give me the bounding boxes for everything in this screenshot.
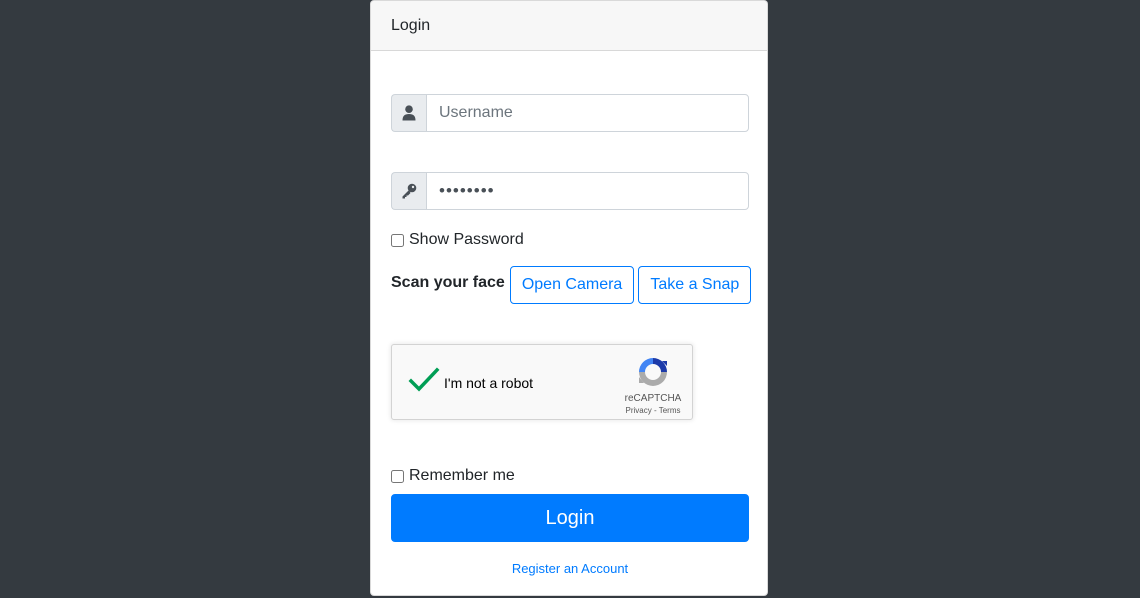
- remember-me-checkbox[interactable]: [391, 469, 404, 483]
- user-icon: [391, 94, 426, 132]
- card-header: Login: [371, 1, 767, 51]
- checkmark-icon[interactable]: [408, 365, 440, 397]
- show-password-label: Show Password: [409, 231, 524, 248]
- recaptcha-logo-icon: [636, 355, 670, 389]
- show-password-row[interactable]: Show Password: [391, 231, 524, 249]
- register-link[interactable]: Register an Account: [371, 561, 769, 576]
- login-card: Login Show Password Scan your face Open …: [370, 0, 768, 596]
- key-icon: [391, 172, 426, 210]
- recaptcha-brand: reCAPTCHA: [624, 393, 682, 404]
- recaptcha-widget: I'm not a robot reCAPTCHA Privacy - Term…: [391, 344, 693, 420]
- password-input[interactable]: [426, 172, 749, 210]
- recaptcha-label: I'm not a robot: [444, 375, 534, 391]
- take-snap-button[interactable]: Take a Snap: [638, 266, 752, 304]
- remember-me-row[interactable]: Remember me: [391, 467, 515, 485]
- recaptcha-terms-row: Privacy - Terms: [603, 406, 703, 415]
- password-input-group: [391, 172, 749, 210]
- recaptcha-terms-link[interactable]: Terms: [659, 406, 681, 415]
- username-input[interactable]: [426, 94, 749, 132]
- recaptcha-privacy-link[interactable]: Privacy: [626, 406, 652, 415]
- remember-me-label: Remember me: [409, 467, 515, 484]
- recaptcha-separator: -: [651, 406, 659, 415]
- open-camera-button[interactable]: Open Camera: [509, 266, 635, 304]
- login-button[interactable]: Login: [391, 494, 749, 542]
- scan-face-label: Scan your face: [391, 274, 505, 291]
- username-input-group: [391, 94, 749, 132]
- face-scan-row: Scan your face Open Camera Take a Snap: [391, 266, 755, 304]
- show-password-checkbox[interactable]: [391, 233, 404, 247]
